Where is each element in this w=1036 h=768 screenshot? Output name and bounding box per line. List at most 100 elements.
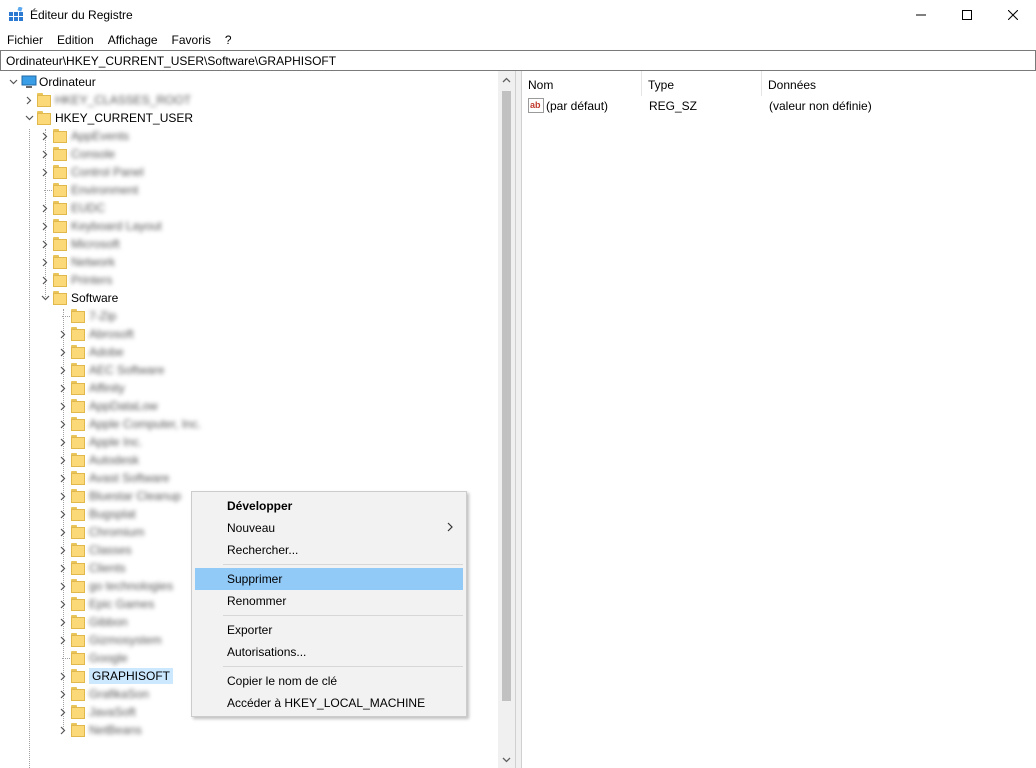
- tree-node-label: NetBeans: [89, 723, 142, 737]
- tree-node-label: Bugsplat: [89, 507, 136, 521]
- tree-node[interactable]: Apple Inc.: [0, 433, 498, 451]
- menu-edition[interactable]: Edition: [50, 30, 101, 50]
- menu-favoris[interactable]: Favoris: [165, 30, 218, 50]
- tree-node-label: GrafikaSon: [89, 687, 150, 701]
- tree-node-label: Apple Inc.: [89, 435, 143, 449]
- tree-node-label: AEC Software: [89, 363, 165, 377]
- value-type: REG_SZ: [649, 99, 698, 113]
- scroll-up-arrow[interactable]: [498, 71, 515, 88]
- tree-node[interactable]: Ordinateur: [0, 73, 498, 91]
- tree-node-label: Keyboard Layout: [71, 219, 162, 233]
- folder-icon: [71, 507, 85, 521]
- ctx-rechercher-label: Rechercher...: [227, 543, 299, 557]
- tree-node[interactable]: HKEY_CURRENT_USER: [0, 109, 498, 127]
- folder-icon: [71, 651, 85, 665]
- value-row[interactable]: ab (par défaut) REG_SZ (valeur non défin…: [522, 97, 1036, 115]
- tree-node[interactable]: HKEY_CLASSES_ROOT: [0, 91, 498, 109]
- minimize-button[interactable]: [898, 0, 944, 30]
- tree-node-label: Network: [71, 255, 116, 269]
- tree-node[interactable]: Keyboard Layout: [0, 217, 498, 235]
- chevron-right-icon: [447, 522, 453, 532]
- scroll-thumb[interactable]: [502, 91, 511, 701]
- tree-node-label: Environment: [71, 183, 139, 197]
- scroll-down-arrow[interactable]: [498, 751, 515, 768]
- value-name: (par défaut): [546, 99, 609, 113]
- tree-node[interactable]: AppEvents: [0, 127, 498, 145]
- window-title: Éditeur du Registre: [30, 8, 133, 22]
- values-pane: Nom Type Données ab (par défaut) REG_SZ …: [521, 71, 1036, 768]
- folder-icon: [71, 363, 85, 377]
- menu-fichier[interactable]: Fichier: [0, 30, 50, 50]
- tree-node-label: Epic Games: [89, 597, 155, 611]
- ctx-exporter-label: Exporter: [227, 623, 273, 637]
- menu-bar: Fichier Edition Affichage Favoris ?: [0, 30, 1036, 50]
- ctx-exporter[interactable]: Exporter: [195, 619, 463, 641]
- title-bar: Éditeur du Registre: [0, 0, 1036, 30]
- tree-node[interactable]: Printers: [0, 271, 498, 289]
- menu-affichage[interactable]: Affichage: [101, 30, 165, 50]
- folder-icon: [71, 345, 85, 359]
- tree-node-label: JavaSoft: [89, 705, 136, 719]
- ctx-copier-nom-cle[interactable]: Copier le nom de clé: [195, 670, 463, 692]
- chevron-down-icon[interactable]: [8, 77, 18, 87]
- column-header-donnees[interactable]: Données: [762, 71, 912, 96]
- tree-node[interactable]: AppDataLow: [0, 397, 498, 415]
- tree-node[interactable]: Adobe: [0, 343, 498, 361]
- tree-node-label: Software: [71, 291, 119, 305]
- ctx-developper[interactable]: Développer: [195, 495, 463, 517]
- tree-node[interactable]: Network: [0, 253, 498, 271]
- tree-node[interactable]: EUDC: [0, 199, 498, 217]
- tree-node[interactable]: AEC Software: [0, 361, 498, 379]
- tree-node[interactable]: Software: [0, 289, 498, 307]
- tree-node[interactable]: Autodesk: [0, 451, 498, 469]
- tree-node-label: Gizmosystem: [89, 633, 162, 647]
- column-header-type[interactable]: Type: [642, 71, 762, 96]
- tree-node-label: Classes: [89, 543, 132, 557]
- address-bar[interactable]: Ordinateur\HKEY_CURRENT_USER\Software\GR…: [0, 50, 1036, 71]
- tree-node-label: AppDataLow: [89, 399, 158, 413]
- registry-editor-icon: [9, 7, 23, 21]
- tree-node[interactable]: Console: [0, 145, 498, 163]
- ctx-autorisations-label: Autorisations...: [227, 645, 307, 659]
- string-value-icon: ab: [528, 98, 544, 113]
- tree-node-label: Printers: [71, 273, 113, 287]
- tree-node-label: go technologies: [89, 579, 174, 593]
- tree-node[interactable]: NetBeans: [0, 721, 498, 739]
- tree-node[interactable]: Microsoft: [0, 235, 498, 253]
- tree-node[interactable]: Control Panel: [0, 163, 498, 181]
- tree-node-label: Control Panel: [71, 165, 144, 179]
- tree-node[interactable]: Avast Software: [0, 469, 498, 487]
- folder-icon: [37, 111, 51, 125]
- folder-icon: [71, 399, 85, 413]
- ctx-nouveau[interactable]: Nouveau: [195, 517, 463, 539]
- tree-node[interactable]: Abrosoft: [0, 325, 498, 343]
- ctx-acceder-hklm[interactable]: Accéder à HKEY_LOCAL_MACHINE: [195, 692, 463, 714]
- chevron-down-icon[interactable]: [24, 113, 34, 123]
- ctx-renommer[interactable]: Renommer: [195, 590, 463, 612]
- folder-icon: [71, 453, 85, 467]
- column-header-nom[interactable]: Nom: [522, 71, 642, 96]
- tree-node-label: Adobe: [89, 345, 124, 359]
- tree-node-label: Google: [89, 651, 128, 665]
- tree-node-label: Avast Software: [89, 471, 170, 485]
- close-button[interactable]: [990, 0, 1036, 30]
- address-path: Ordinateur\HKEY_CURRENT_USER\Software\GR…: [6, 54, 337, 68]
- tree-node[interactable]: 7-Zip: [0, 307, 498, 325]
- folder-icon: [71, 561, 85, 575]
- ctx-rechercher[interactable]: Rechercher...: [195, 539, 463, 561]
- ctx-supprimer[interactable]: Supprimer: [195, 568, 463, 590]
- ctx-separator: [223, 615, 463, 616]
- folder-icon: [37, 93, 51, 107]
- tree-node[interactable]: Affinity: [0, 379, 498, 397]
- folder-icon: [71, 309, 85, 323]
- tree-node[interactable]: Apple Computer, Inc.: [0, 415, 498, 433]
- folder-icon: [71, 525, 85, 539]
- menu-help[interactable]: ?: [218, 30, 239, 50]
- tree-node[interactable]: Environment: [0, 181, 498, 199]
- ctx-autorisations[interactable]: Autorisations...: [195, 641, 463, 663]
- chevron-right-icon[interactable]: [24, 95, 34, 105]
- maximize-button[interactable]: [944, 0, 990, 30]
- tree-scrollbar[interactable]: [498, 71, 515, 768]
- folder-icon: [71, 669, 85, 683]
- folder-icon: [53, 255, 67, 269]
